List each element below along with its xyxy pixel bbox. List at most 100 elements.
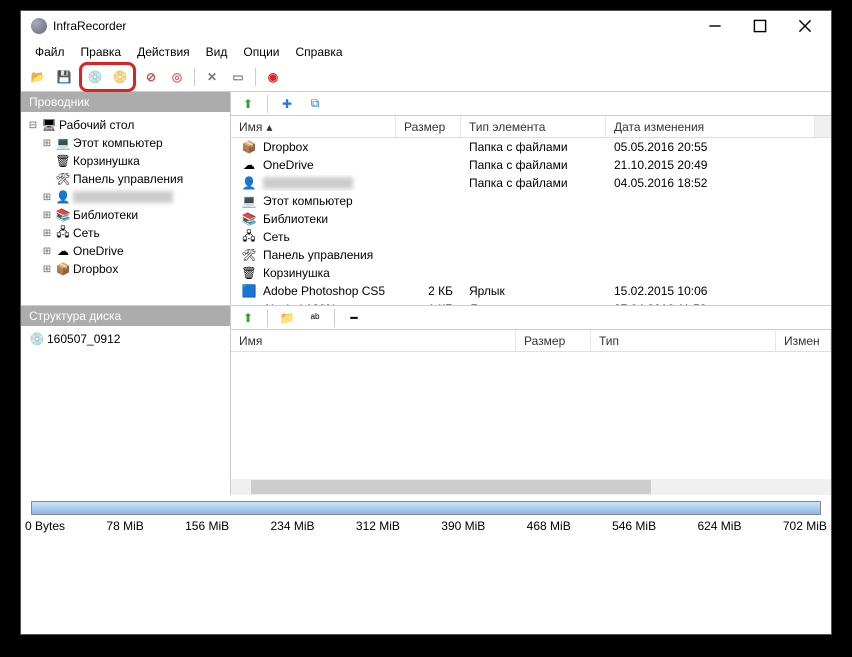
file-row[interactable]: 🟦Adobe Photoshop CS52 КБЯрлык15.02.2015 … xyxy=(231,282,831,300)
tree-label: Корзинушка xyxy=(73,154,140,168)
toolbar-separator xyxy=(194,68,195,86)
capacity-tick: 546 MiB xyxy=(612,519,656,533)
expand-icon[interactable]: ⊞ xyxy=(41,228,53,239)
up-button[interactable]: ⬆ xyxy=(237,93,259,115)
cpl-icon: 🛠 xyxy=(241,247,257,263)
titlebar[interactable]: InfraRecorder xyxy=(21,11,831,41)
alc-icon: 🔺 xyxy=(241,301,257,305)
file-row[interactable]: 📦DropboxПапка с файлами05.05.2016 20:55 xyxy=(231,138,831,156)
col-size[interactable]: Размер xyxy=(516,330,591,351)
scrollbar-vertical[interactable] xyxy=(815,116,831,137)
expand-icon[interactable]: ⊞ xyxy=(41,138,53,149)
file-size: 1 КБ xyxy=(396,302,461,305)
library-icon: 📚 xyxy=(55,207,71,223)
menu-actions[interactable]: Действия xyxy=(129,42,198,62)
disc-up-button[interactable]: ⬆ xyxy=(237,307,259,329)
capacity-tick: 156 MiB xyxy=(185,519,229,533)
file-date: 27.04.2016 11:53 xyxy=(606,302,746,305)
tree-root[interactable]: ⊟ 🖥 Рабочий стол xyxy=(23,116,228,134)
expand-icon[interactable]: ⊞ xyxy=(41,246,53,257)
maximize-button[interactable] xyxy=(737,12,782,40)
user-icon: 👤 xyxy=(241,175,257,191)
file-row[interactable]: 📚Библиотеки xyxy=(231,210,831,228)
add-button[interactable]: ✚ xyxy=(276,93,298,115)
new-folder-button[interactable]: 📁 xyxy=(276,307,298,329)
add-all-button[interactable]: ⧉ xyxy=(304,93,326,115)
file-row[interactable]: 💻Этот компьютер xyxy=(231,192,831,210)
close-button[interactable] xyxy=(782,12,827,40)
col-date[interactable]: Дата изменения xyxy=(606,116,815,137)
tree-item[interactable]: 🛠Панель управления xyxy=(23,170,228,188)
disc-file-list[interactable] xyxy=(231,352,831,479)
disc-pink-button[interactable]: ◎ xyxy=(166,66,188,88)
highlighted-buttons: 💿 📀 xyxy=(79,62,136,92)
collapse-icon[interactable]: ⊟ xyxy=(27,120,39,131)
menu-help[interactable]: Справка xyxy=(287,42,350,62)
dropbox-icon: 📦 xyxy=(55,261,71,277)
tools-button[interactable]: ✕ xyxy=(201,66,223,88)
col-type[interactable]: Тип xyxy=(591,330,776,351)
tree-item[interactable]: 🗑Корзинушка xyxy=(23,152,228,170)
menu-options[interactable]: Опции xyxy=(235,42,287,62)
save-button[interactable]: 💾 xyxy=(53,66,75,88)
open-button[interactable]: 📂 xyxy=(27,66,49,88)
capacity-tick: 702 MiB xyxy=(783,519,827,533)
tree-item[interactable]: ⊞📚Библиотеки xyxy=(23,206,228,224)
disc-disabled-button[interactable]: ⊘ xyxy=(140,66,162,88)
col-size[interactable]: Размер xyxy=(396,116,461,137)
bin-icon: 🗑 xyxy=(241,265,257,281)
disc-column-headers: Имя Размер Тип Измен xyxy=(231,330,831,352)
column-headers: Имя▴ Размер Тип элемента Дата изменения xyxy=(231,116,831,138)
tree-label-blurred xyxy=(73,191,173,203)
capacity-tick: 78 MiB xyxy=(106,519,143,533)
file-row[interactable]: 🔺Alcohol 120%1 КБЯрлык27.04.2016 11:53 xyxy=(231,300,831,305)
file-row[interactable]: 🗑Корзинушка xyxy=(231,264,831,282)
expand-icon[interactable]: ⊞ xyxy=(41,192,53,203)
capacity-tick: 234 MiB xyxy=(271,519,315,533)
tree-item[interactable]: ⊞👤 xyxy=(23,188,228,206)
capacity-bar xyxy=(31,501,821,515)
burn-disc-button[interactable]: 💿 xyxy=(84,66,106,88)
minimize-button[interactable] xyxy=(692,12,737,40)
tree-label: OneDrive xyxy=(73,244,124,258)
record-button[interactable]: ◉ xyxy=(262,66,284,88)
disc-root[interactable]: 💿 160507_0912 xyxy=(23,330,228,348)
file-row[interactable]: 🛠 Панель управления xyxy=(231,246,831,264)
file-name: Панель управления xyxy=(263,248,373,262)
scrollbar-horizontal[interactable] xyxy=(231,479,831,495)
menu-edit[interactable]: Правка xyxy=(73,42,130,62)
disc-label: 160507_0912 xyxy=(47,332,120,346)
desktop-icon: 🖥 xyxy=(41,117,57,133)
menu-view[interactable]: Вид xyxy=(198,42,236,62)
col-changed[interactable]: Измен xyxy=(776,330,831,351)
file-row[interactable]: 🖧Сеть xyxy=(231,228,831,246)
tree-item[interactable]: ⊞🖧Сеть xyxy=(23,224,228,242)
expand-icon[interactable]: ⊞ xyxy=(41,210,53,221)
expand-icon[interactable]: ⊞ xyxy=(41,264,53,275)
file-name: Alcohol 120% xyxy=(263,302,336,305)
file-type: Папка с файлами xyxy=(461,158,606,172)
file-list[interactable]: 📦DropboxПапка с файлами05.05.2016 20:55☁… xyxy=(231,138,831,305)
remove-button[interactable]: ━ xyxy=(343,307,365,329)
disc-tree[interactable]: 💿 160507_0912 xyxy=(21,326,230,495)
folder-tree[interactable]: ⊟ 🖥 Рабочий стол ⊞💻Этот компьютер 🗑Корзи… xyxy=(21,112,230,305)
col-name[interactable]: Имя xyxy=(231,330,516,351)
tree-item[interactable]: ⊞📦Dropbox xyxy=(23,260,228,278)
burn-disc-alt-button[interactable]: 📀 xyxy=(109,66,131,88)
menubar: Файл Правка Действия Вид Опции Справка xyxy=(21,41,831,63)
tree-item[interactable]: ⊞☁OneDrive xyxy=(23,242,228,260)
file-row[interactable]: ☁OneDriveПапка с файлами21.10.2015 20:49 xyxy=(231,156,831,174)
app-window: InfraRecorder Файл Правка Действия Вид О… xyxy=(20,10,832,635)
tree-item[interactable]: ⊞💻Этот компьютер xyxy=(23,134,228,152)
onedrive-icon: ☁ xyxy=(55,243,71,259)
col-name[interactable]: Имя▴ xyxy=(231,116,396,137)
col-type[interactable]: Тип элемента xyxy=(461,116,606,137)
file-row[interactable]: 👤Папка с файлами04.05.2016 18:52 xyxy=(231,174,831,192)
control-panel-icon: 🛠 xyxy=(55,171,71,187)
dropbox-icon: 📦 xyxy=(241,139,257,155)
app-icon xyxy=(31,18,47,34)
drive-button[interactable]: ▭ xyxy=(227,66,249,88)
file-type: Ярлык xyxy=(461,284,606,298)
menu-file[interactable]: Файл xyxy=(27,42,73,62)
rename-button[interactable]: ᵃᵇ xyxy=(304,307,326,329)
